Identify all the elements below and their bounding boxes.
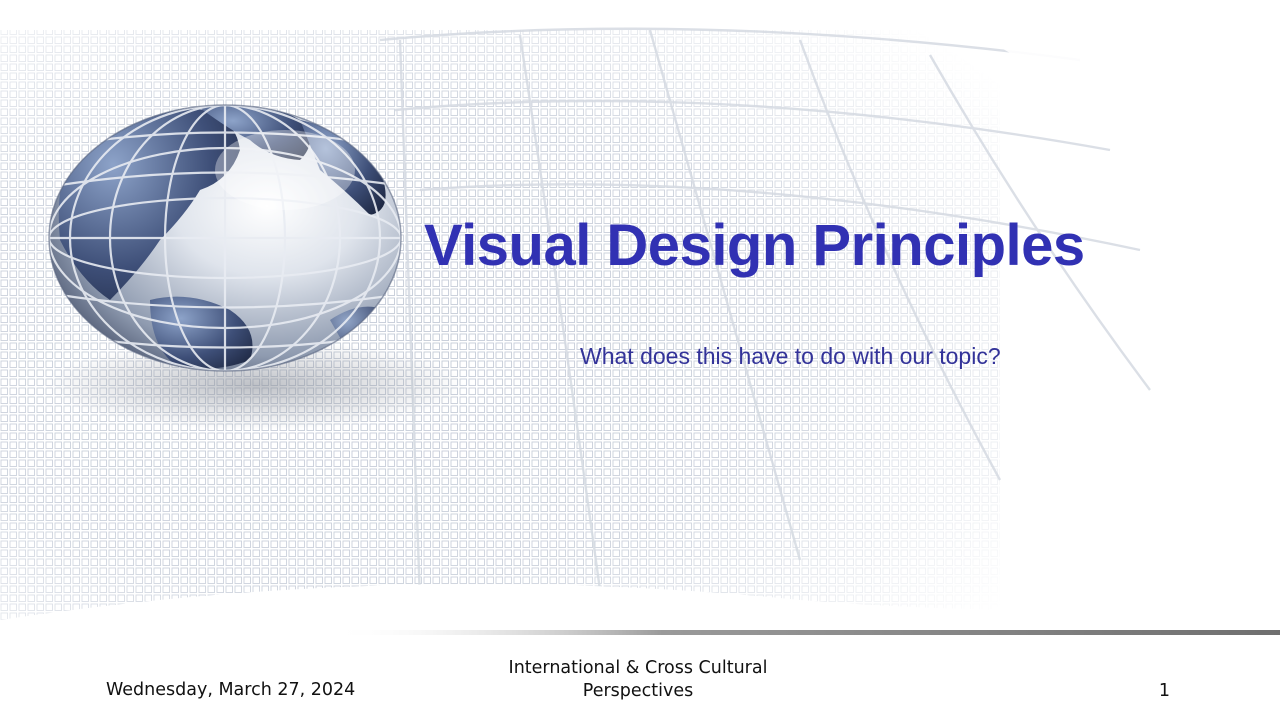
footer-date: Wednesday, March 27, 2024 <box>106 680 356 700</box>
slide-subtitle: What does this have to do with our topic… <box>580 343 1001 369</box>
slide-title: Visual Design Principles <box>424 213 1085 278</box>
footer-course-title: International & Cross Cultural Perspecti… <box>508 658 768 701</box>
slide: Visual Design Principles What does this … <box>0 0 1280 719</box>
globe-icon <box>48 104 402 372</box>
slide-page-number: 1 <box>1158 681 1170 701</box>
